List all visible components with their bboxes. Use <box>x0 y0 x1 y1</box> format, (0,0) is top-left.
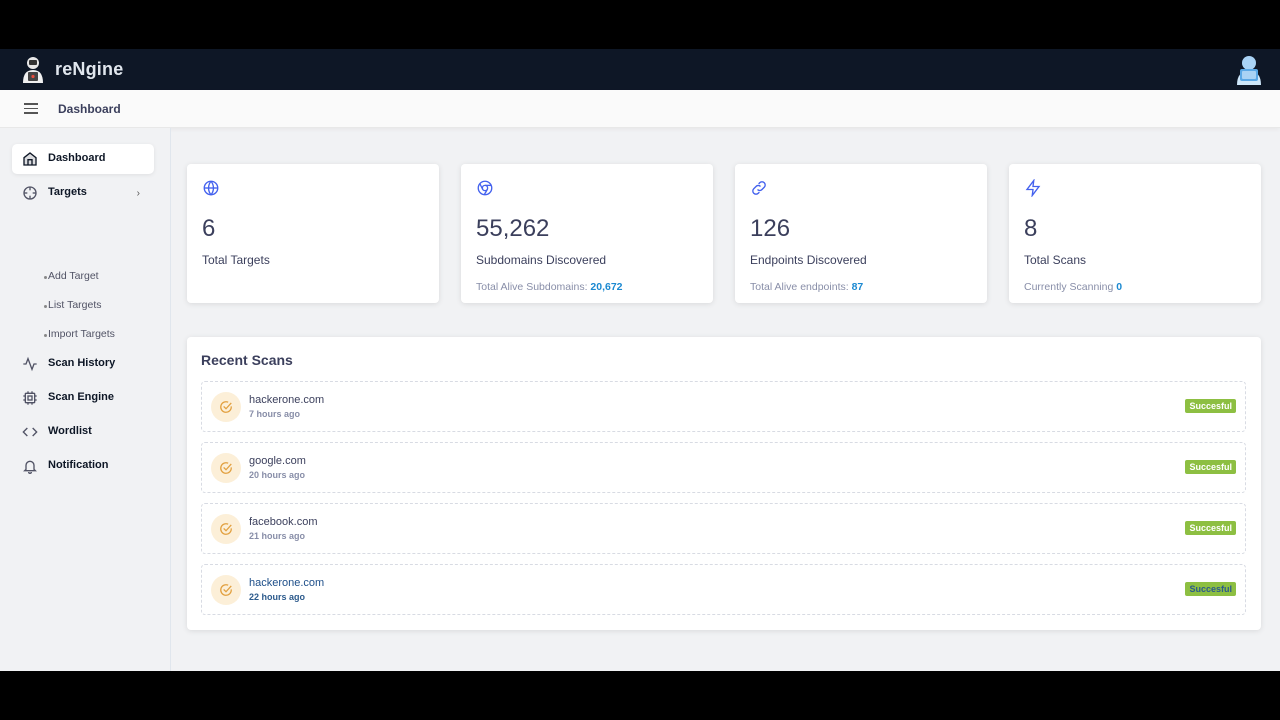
bell-icon <box>23 460 37 474</box>
scan-time: 20 hours ago <box>249 470 306 480</box>
scan-row[interactable]: hackerone.com 22 hours ago Succesful <box>201 564 1246 615</box>
scan-domain[interactable]: hackerone.com <box>249 394 324 406</box>
stat-extra: Currently Scanning 0 <box>1024 281 1122 293</box>
check-circle-icon <box>220 523 232 535</box>
sidebar-item-label: Scan History <box>48 357 116 369</box>
sidebar-item-label: Scan Engine <box>48 391 115 403</box>
stat-caption: Endpoints Discovered <box>750 253 867 267</box>
zap-icon <box>1025 179 1041 197</box>
scan-time: 7 hours ago <box>249 409 301 419</box>
stat-extra-value: 87 <box>851 281 864 293</box>
user-avatar-icon[interactable] <box>1236 54 1262 86</box>
stat-extra: Total Alive Subdomains: 20,672 <box>476 281 623 293</box>
stat-caption: Total Targets <box>202 253 270 267</box>
stat-value: 55,262 <box>476 215 550 242</box>
stat-extra-value: 20,672 <box>590 281 623 293</box>
stat-extra-label: Total Alive Subdomains: <box>476 281 588 293</box>
stat-value: 6 <box>202 215 216 242</box>
activity-icon <box>23 356 37 372</box>
link-icon <box>752 181 766 195</box>
check-circle-icon <box>220 584 232 596</box>
stat-extra: Total Alive endpoints: 87 <box>750 281 863 293</box>
stat-card-total-scans: 8 Total Scans Currently Scanning 0 <box>1009 164 1261 303</box>
stat-card-subdomains: 55,262 Subdomains Discovered Total Alive… <box>461 164 713 303</box>
sidebar-item-dashboard[interactable]: Dashboard <box>12 144 154 174</box>
stat-value: 8 <box>1024 215 1038 242</box>
scan-row[interactable]: hackerone.com 7 hours ago Succesful <box>201 381 1246 432</box>
stat-extra-label: Total Alive endpoints: <box>750 281 849 293</box>
code-icon <box>22 427 38 437</box>
scan-row[interactable]: google.com 20 hours ago Succesful <box>201 442 1246 493</box>
sidebar-item-label: Notification <box>48 459 109 471</box>
scan-domain[interactable]: hackerone.com <box>249 577 324 589</box>
sidebar-item-scan-engine[interactable]: Scan Engine <box>12 383 154 413</box>
scan-row[interactable]: facebook.com 21 hours ago Succesful <box>201 503 1246 554</box>
scan-status-circle <box>211 514 241 544</box>
sidebar-subitem-add-target[interactable]: Add Target <box>44 270 99 282</box>
sidebar-subitem-import-targets[interactable]: Import Targets <box>44 328 115 340</box>
cpu-icon <box>23 391 37 405</box>
chevron-right-icon[interactable]: › <box>137 188 140 199</box>
status-badge: Succesful <box>1185 521 1236 535</box>
stat-caption: Subdomains Discovered <box>476 253 607 267</box>
scan-status-circle <box>211 392 241 422</box>
app-window: reNgine Dashboard Dashboard Targets › Ad… <box>0 49 1280 671</box>
sidebar-item-notification[interactable]: Notification <box>12 451 154 481</box>
status-badge: Succesful <box>1185 582 1236 596</box>
status-badge: Succesful <box>1185 460 1236 474</box>
stat-extra-label: Currently Scanning <box>1024 281 1114 293</box>
sidebar-item-label: Dashboard <box>48 152 106 164</box>
scan-status-circle <box>211 453 241 483</box>
recent-scans-title: Recent Scans <box>201 352 293 368</box>
scan-time: 22 hours ago <box>249 592 306 602</box>
scan-domain[interactable]: google.com <box>249 455 306 467</box>
hamburger-menu-icon[interactable] <box>24 103 38 114</box>
page-title: Dashboard <box>58 102 121 116</box>
screen-frame: reNgine Dashboard Dashboard Targets › Ad… <box>0 0 1280 720</box>
sidebar-item-wordlist[interactable]: Wordlist <box>12 417 154 447</box>
scan-domain[interactable]: facebook.com <box>249 516 317 528</box>
globe-icon <box>203 180 219 196</box>
scan-status-circle <box>211 575 241 605</box>
stat-card-endpoints: 126 Endpoints Discovered Total Alive end… <box>735 164 987 303</box>
stat-caption: Total Scans <box>1024 253 1087 267</box>
app-brand[interactable]: reNgine <box>55 59 123 80</box>
target-icon <box>23 186 37 200</box>
breadcrumb-bar: Dashboard <box>0 90 1280 128</box>
home-icon <box>23 152 37 166</box>
sidebar-item-targets[interactable]: Targets › <box>12 178 154 208</box>
sidebar-item-scan-history[interactable]: Scan History <box>12 349 154 379</box>
stat-card-total-targets: 6 Total Targets <box>187 164 439 303</box>
check-circle-icon <box>220 462 232 474</box>
sidebar-item-label: Wordlist <box>48 425 92 437</box>
top-navbar: reNgine <box>0 49 1280 90</box>
sidebar-item-label: Targets <box>48 186 87 198</box>
hacker-logo-icon[interactable] <box>20 55 46 85</box>
sidebar-subitem-list-targets[interactable]: List Targets <box>44 299 102 311</box>
status-badge: Succesful <box>1185 399 1236 413</box>
chrome-icon <box>477 180 493 196</box>
stat-value: 126 <box>750 215 791 242</box>
recent-scans-panel: Recent Scans hackerone.com 7 hours ago S… <box>187 337 1261 630</box>
sidebar: Dashboard Targets › Add Target List Targ… <box>0 128 171 671</box>
scan-time: 21 hours ago <box>249 531 306 541</box>
check-circle-icon <box>220 401 232 413</box>
stat-extra-value: 0 <box>1116 281 1123 293</box>
